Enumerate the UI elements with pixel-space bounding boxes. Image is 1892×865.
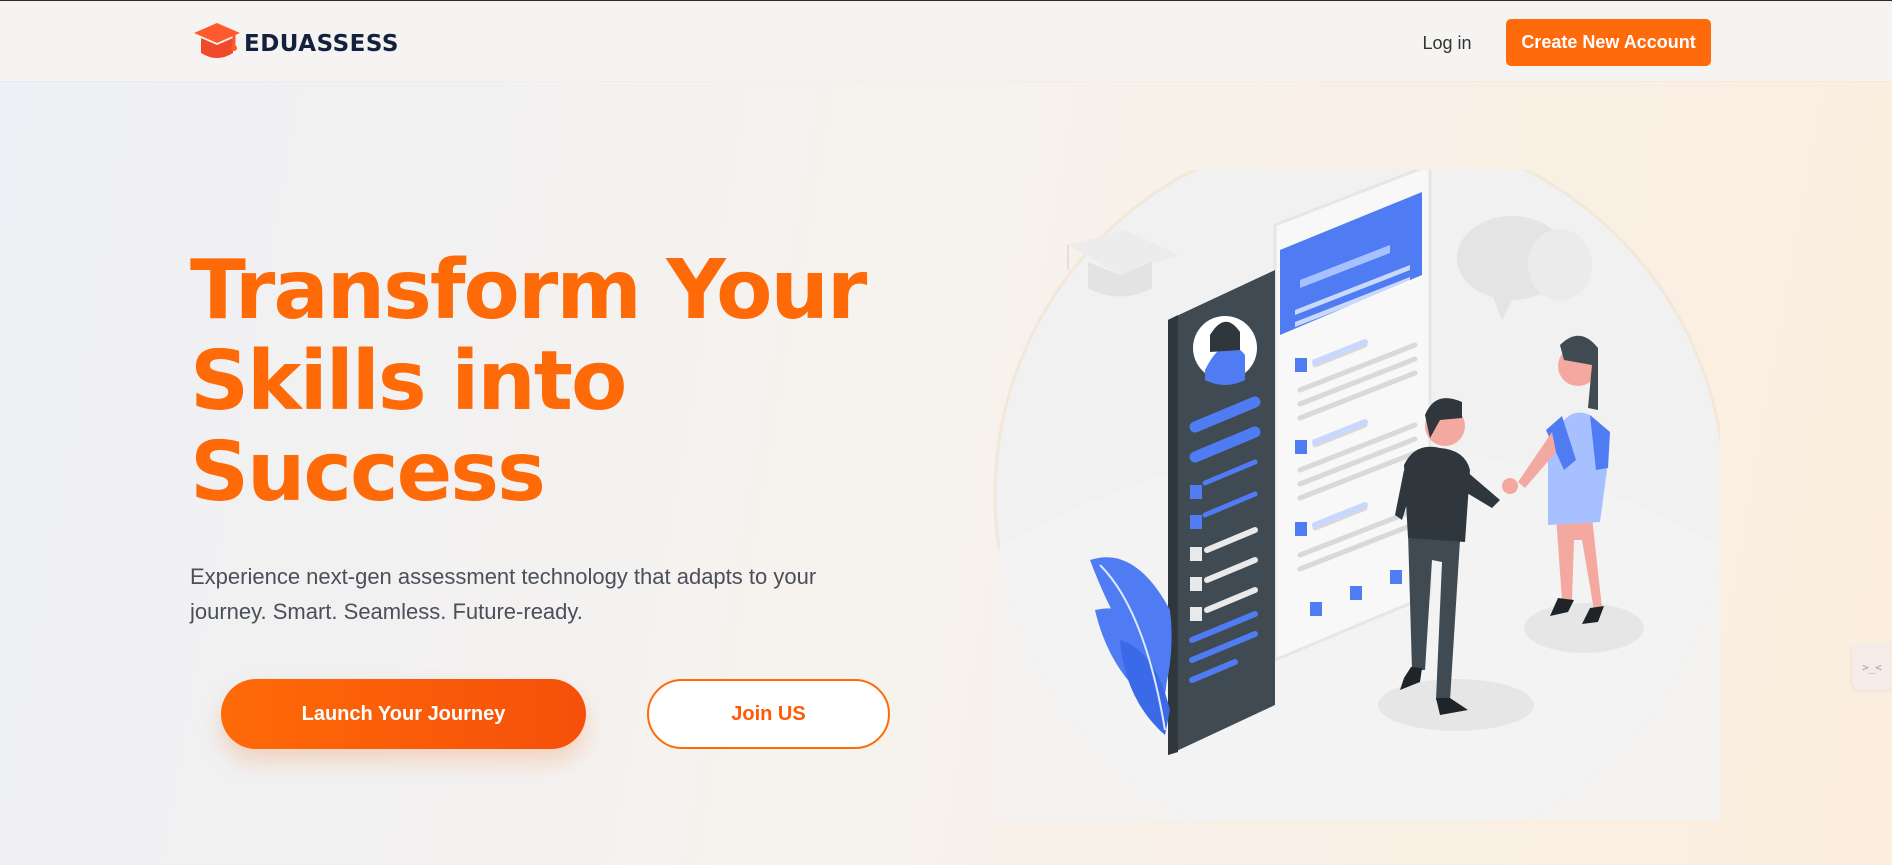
headline-line-1: Transform Your	[190, 243, 867, 338]
logo[interactable]: EDUASSESS	[192, 21, 399, 61]
hero-subtext-line-2: journey. Smart. Seamless. Future-ready.	[190, 599, 583, 624]
hero-subtext-line-1: Experience next-gen assessment technolog…	[190, 564, 817, 589]
logo-text: EDUASSESS	[244, 31, 399, 57]
create-account-button[interactable]: Create New Account	[1506, 19, 1711, 66]
headline-line-3: Success	[190, 425, 546, 520]
document-panel	[1273, 170, 1432, 663]
collapse-arrows-icon[interactable]: >_<	[1852, 644, 1892, 690]
graduation-cap-icon	[194, 23, 240, 58]
hero-headline: Transform Your Skills into Success	[190, 245, 910, 518]
join-us-button[interactable]: Join US	[647, 679, 890, 749]
hero-illustration	[993, 170, 1720, 820]
hero-subtext: Experience next-gen assessment technolog…	[190, 559, 870, 629]
headline-line-2: Skills into	[190, 334, 627, 429]
login-link[interactable]: Log in	[1404, 19, 1490, 67]
launch-journey-button[interactable]: Launch Your Journey	[221, 679, 586, 749]
profile-sidebar-panel	[1168, 270, 1275, 755]
site-header: EDUASSESS Log in Create New Account	[0, 1, 1892, 81]
